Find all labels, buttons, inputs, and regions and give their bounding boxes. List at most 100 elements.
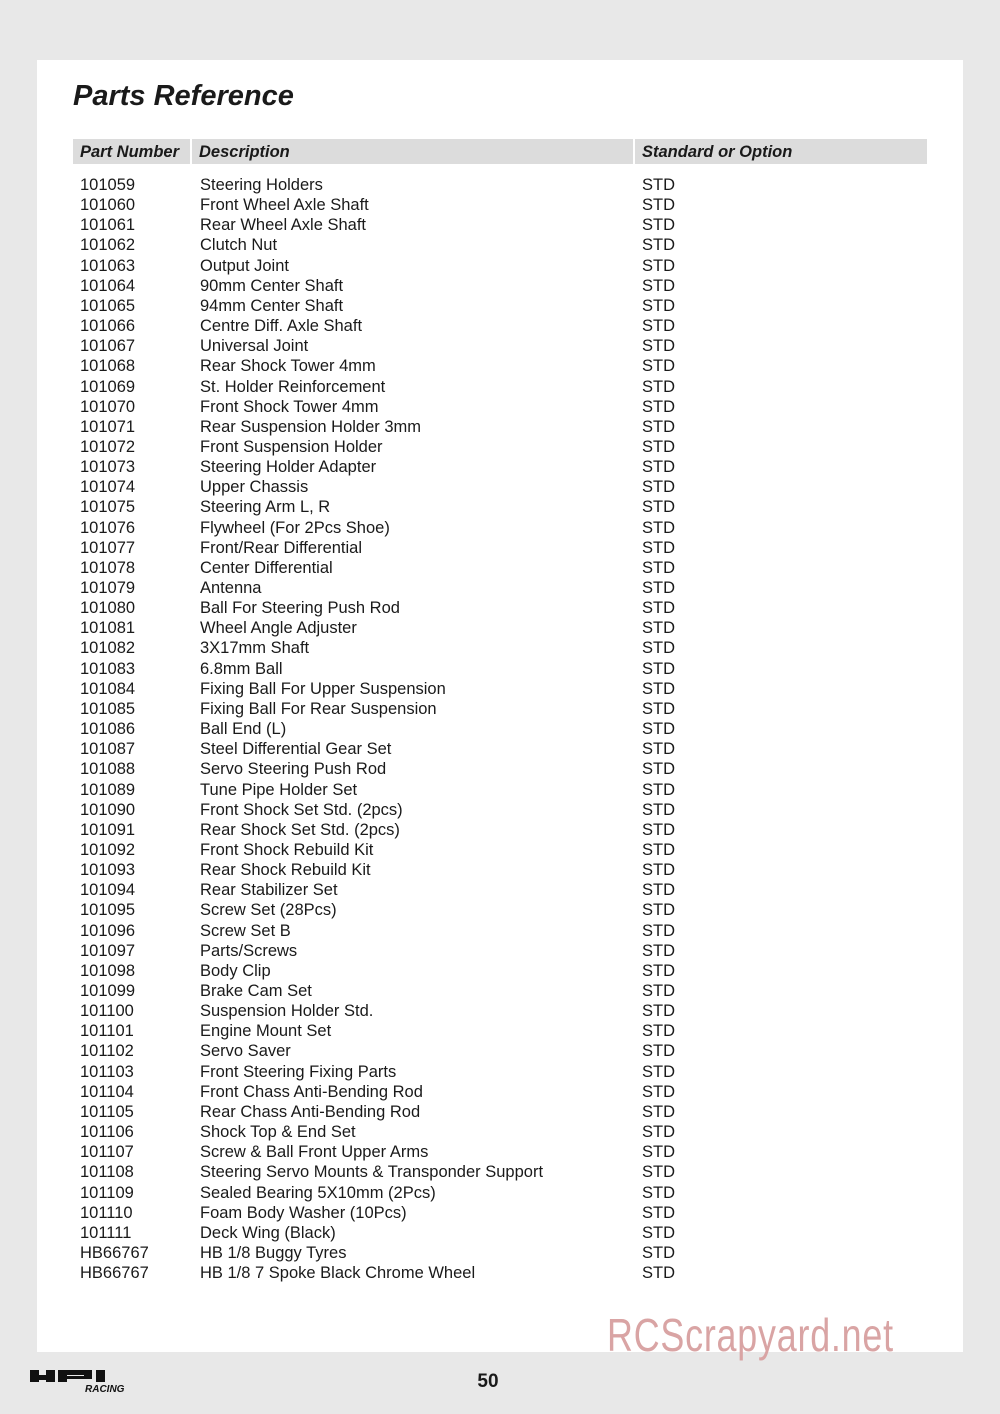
standard-or-option-cell: STD xyxy=(642,1243,675,1262)
standard-or-option-cell: STD xyxy=(642,740,675,759)
part-number-cell: 101105 xyxy=(80,1102,134,1121)
part-number-cell: HB66767 xyxy=(80,1264,149,1283)
standard-or-option-cell: STD xyxy=(642,1203,675,1222)
table-row: 101063 Output Joint STD xyxy=(0,256,1000,276)
table-row: 101108 Steering Servo Mounts & Transponde… xyxy=(0,1162,1000,1182)
part-number-cell: 101088 xyxy=(80,760,136,779)
standard-or-option-cell: STD xyxy=(642,941,675,960)
standard-or-option-cell: STD xyxy=(642,397,675,416)
description-cell: HB 1/8 7 Spoke Black Chrome Wheel xyxy=(200,1264,476,1283)
description-cell: Antenna xyxy=(200,579,262,597)
table-row: 101075 Steering Arm L, R STD xyxy=(0,497,1000,517)
part-number-cell: 101066 xyxy=(80,317,136,336)
table-row: 101086 Ball End (L) STD xyxy=(0,719,1000,739)
description-cell: Screw & Ball Front Upper Arms xyxy=(200,1143,429,1162)
table-row: 101069 St. Holder Reinforcement STD xyxy=(0,377,1000,397)
table-row: 101079 Antenna STD xyxy=(0,578,1000,598)
part-number-cell: 101068 xyxy=(80,357,136,376)
table-row: 101067 Universal Joint STD xyxy=(0,336,1000,356)
description-cell: Front Shock Tower 4mm xyxy=(200,397,379,416)
standard-or-option-cell: STD xyxy=(642,256,675,275)
standard-or-option-cell: STD xyxy=(642,599,675,618)
table-row: 101080 Ball For Steering Push Rod STD xyxy=(0,598,1000,618)
description-cell: HB 1/8 Buggy Tyres xyxy=(200,1243,347,1262)
table-row: 101110 Foam Body Washer (10Pcs) STD xyxy=(0,1203,1000,1223)
standard-or-option-cell: STD xyxy=(642,1002,675,1021)
standard-or-option-cell: STD xyxy=(642,296,675,315)
table-row: 101065 94mm Center Shaft STD xyxy=(0,296,1000,316)
standard-or-option-cell: STD xyxy=(642,982,675,1000)
table-row: 101072 Front Suspension Holder STD xyxy=(0,437,1000,457)
table-row: 101085 Fixing Ball For Rear Suspension STD xyxy=(0,699,1000,719)
header-part-number: Part Number xyxy=(73,139,190,164)
description-cell: Deck Wing (Black) xyxy=(200,1223,336,1242)
table-row: 101090 Front Shock Set Std. (2pcs) STD xyxy=(0,800,1000,820)
standard-or-option-cell: STD xyxy=(642,458,675,477)
table-row: 101100 Suspension Holder Std. STD xyxy=(0,1001,1000,1021)
description-cell: Steel Differential Gear Set xyxy=(200,740,392,759)
description-cell: Front Steering Fixing Parts xyxy=(200,1062,397,1081)
description-cell: Clutch Nut xyxy=(200,236,278,255)
table-row: 101082 3X17mm Shaft STD xyxy=(0,638,1000,658)
table-row: 101062 Clutch Nut STD xyxy=(0,235,1000,255)
standard-or-option-cell: STD xyxy=(642,961,675,980)
standard-or-option-cell: STD xyxy=(642,881,675,900)
description-cell: Screw Set B xyxy=(200,921,291,940)
table-row: 101064 90mm Center Shaft STD xyxy=(0,276,1000,296)
part-number-cell: 101082 xyxy=(80,639,136,658)
table-row: 101106 Shock Top & End Set STD xyxy=(0,1122,1000,1142)
table-row: 101097 Parts/Screws STD xyxy=(0,941,1000,961)
description-cell: Fixing Ball For Rear Suspension xyxy=(200,699,437,718)
table-row: 101073 Steering Holder Adapter STD xyxy=(0,457,1000,477)
description-cell: 6.8mm Ball xyxy=(200,659,283,678)
part-number-cell: 101098 xyxy=(80,961,136,980)
part-number-cell: 101100 xyxy=(80,1002,134,1021)
part-number-cell: 101104 xyxy=(80,1082,134,1101)
part-number-cell: 101090 xyxy=(80,800,136,819)
table-row: 101093 Rear Shock Rebuild Kit STD xyxy=(0,860,1000,880)
standard-or-option-cell: STD xyxy=(642,538,675,557)
table-row: HB66767 HB 1/8 7 Spoke Black Chrome Wheel… xyxy=(0,1263,1000,1283)
standard-or-option-cell: STD xyxy=(642,679,675,698)
standard-or-option-cell: STD xyxy=(642,1123,675,1142)
table-row: 101104 Front Chass Anti-Bending Rod STD xyxy=(0,1082,1000,1102)
standard-or-option-cell: STD xyxy=(642,558,675,577)
table-row: 101074 Upper Chassis STD xyxy=(0,477,1000,497)
standard-or-option-cell: STD xyxy=(642,1143,675,1162)
part-number-cell: 101085 xyxy=(80,699,136,718)
standard-or-option-cell: STD xyxy=(642,377,675,396)
standard-or-option-cell: STD xyxy=(642,1022,675,1041)
table-row: 101109 Sealed Bearing 5X10mm (2Pcs) STD xyxy=(0,1183,1000,1203)
description-cell: Servo Steering Push Rod xyxy=(200,760,387,779)
part-number-cell: 101097 xyxy=(80,941,136,960)
table-row: 101103 Front Steering Fixing Parts STD xyxy=(0,1062,1000,1082)
standard-or-option-cell: STD xyxy=(642,216,675,235)
part-number-cell: 101111 xyxy=(80,1223,132,1242)
description-cell: Steering Arm L, R xyxy=(200,498,331,517)
description-cell: Fixing Ball For Upper Suspension xyxy=(200,679,446,698)
description-cell: Flywheel (For 2Pcs Shoe) xyxy=(200,518,390,537)
table-row: 101061 Rear Wheel Axle Shaft STD xyxy=(0,215,1000,235)
part-number-cell: 101061 xyxy=(80,216,136,235)
table-row: 101068 Rear Shock Tower 4mm STD xyxy=(0,356,1000,376)
description-cell: Rear Shock Set Std. (2pcs) xyxy=(200,820,400,839)
part-number-cell: 101077 xyxy=(80,538,136,557)
standard-or-option-cell: STD xyxy=(642,437,675,456)
description-cell: Body Clip xyxy=(200,961,271,980)
standard-or-option-cell: STD xyxy=(642,337,675,356)
description-cell: Rear Wheel Axle Shaft xyxy=(200,216,366,235)
table-row: 101084 Fixing Ball For Upper Suspension ST… xyxy=(0,679,1000,699)
standard-or-option-cell: STD xyxy=(642,518,675,537)
part-number-cell: 101063 xyxy=(80,256,136,275)
part-number-cell: 101099 xyxy=(80,982,136,1000)
part-number-cell: 101069 xyxy=(80,377,136,396)
standard-or-option-cell: STD xyxy=(642,699,675,718)
standard-or-option-cell: STD xyxy=(642,861,675,880)
standard-or-option-cell: STD xyxy=(642,1264,675,1283)
table-row: 101095 Screw Set (28Pcs) STD xyxy=(0,900,1000,920)
standard-or-option-cell: STD xyxy=(642,720,675,739)
description-cell: 3X17mm Shaft xyxy=(200,639,310,658)
standard-or-option-cell: STD xyxy=(642,901,675,920)
part-number-cell: 101101 xyxy=(80,1022,134,1041)
table-row: 101071 Rear Suspension Holder 3mm STD xyxy=(0,417,1000,437)
